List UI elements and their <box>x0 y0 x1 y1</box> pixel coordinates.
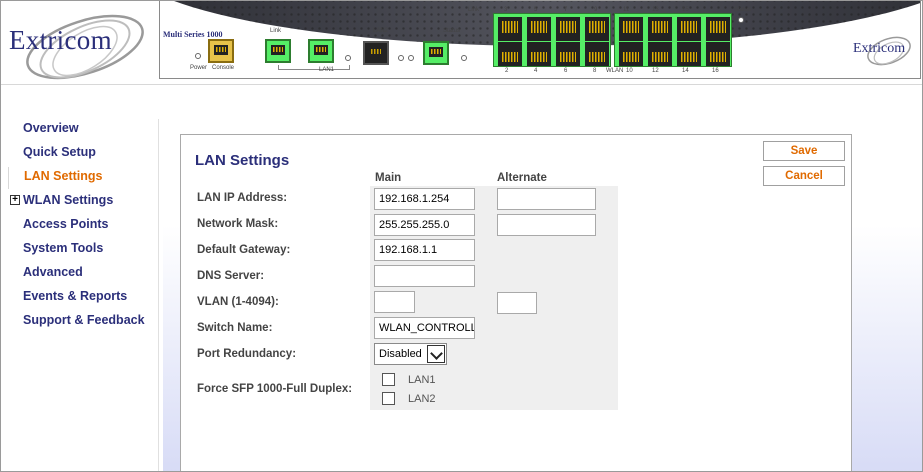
column-header-main: Main <box>375 172 402 184</box>
port-redundancy-value: Disabled <box>379 348 422 360</box>
console-label: Console <box>212 65 235 71</box>
switch-name-label: Switch Name: <box>197 322 273 334</box>
switch-ports-group <box>614 13 732 67</box>
port-redundancy-select[interactable]: Disabled <box>374 343 447 365</box>
force-sfp-label: Force SFP 1000-Full Duplex: <box>197 383 353 395</box>
gateway-input[interactable]: 192.168.1.1 <box>374 239 475 261</box>
cancel-button[interactable]: Cancel <box>763 166 845 186</box>
status-led <box>738 17 744 23</box>
netmask-alternate-input[interactable] <box>497 214 596 236</box>
sidebar-item-label: WLAN Settings <box>23 193 114 207</box>
vlan-alternate-input[interactable] <box>497 292 537 314</box>
netmask-main-input[interactable]: 255.255.255.0 <box>374 214 475 236</box>
lan-port <box>308 39 334 63</box>
device-model-label: Multi Series 1000 <box>163 30 223 39</box>
extricom-logo-small: Extricom <box>845 29 915 73</box>
sidebar-item-lan-settings[interactable]: LAN Settings <box>8 167 158 189</box>
lan2-checkbox[interactable] <box>382 392 395 405</box>
switch-link-label: Link <box>468 7 480 13</box>
sidebar-item-wlan-settings[interactable]: + WLAN Settings <box>8 191 158 213</box>
port-redundancy-label: Port Redundancy: <box>197 348 297 360</box>
lan-port <box>265 39 291 63</box>
power-label: Power <box>190 65 208 71</box>
dns-label: DNS Server: <box>197 270 265 282</box>
sidebar-item-overview[interactable]: Overview <box>8 119 158 141</box>
vlan-label: VLAN (1-4094): <box>197 296 279 308</box>
sfp-port <box>363 41 389 65</box>
lan1-led <box>345 55 351 61</box>
link-label: Link <box>270 28 282 34</box>
console-port <box>208 39 234 63</box>
lan-ip-main-input[interactable]: 192.168.1.254 <box>374 188 475 210</box>
sidebar-item-label: Support & Feedback <box>23 313 145 327</box>
switch-ports-group <box>493 13 611 67</box>
sidebar-divider <box>158 119 159 471</box>
switch-name-input[interactable]: WLAN_CONTROLLE <box>374 317 475 339</box>
gateway-label: Default Gateway: <box>197 244 291 256</box>
page-title: LAN Settings <box>195 152 290 169</box>
lan-port <box>423 41 449 65</box>
sidebar-nav: Overview Quick Setup LAN Settings + WLAN… <box>8 119 158 471</box>
lan2-checkbox-label: LAN2 <box>408 393 436 405</box>
logo-text-small: Extricom <box>853 41 906 56</box>
chevron-down-icon[interactable] <box>427 345 445 363</box>
lan-ip-label: LAN IP Address: <box>197 192 288 204</box>
lan1-checkbox-label: LAN1 <box>408 374 436 386</box>
sidebar-item-label: LAN Settings <box>24 169 103 183</box>
status-label: Status <box>443 28 461 34</box>
save-button[interactable]: Save <box>763 141 845 161</box>
column-header-alternate: Alternate <box>497 172 547 184</box>
sidebar-item-system-tools[interactable]: System Tools <box>8 239 158 261</box>
lan1-label: LAN1 <box>319 67 335 73</box>
sidebar-item-advanced[interactable]: Advanced <box>8 263 158 285</box>
lan1-checkbox[interactable] <box>382 373 395 386</box>
sidebar-item-label: Overview <box>23 121 79 135</box>
header: Extricom Multi Series 1000 Power Console… <box>1 1 922 85</box>
expand-plus-icon[interactable]: + <box>10 195 20 205</box>
vlan-main-input[interactable] <box>374 291 415 313</box>
wlan-label: WLAN <box>606 68 624 74</box>
extricom-logo: Extricom <box>1 1 151 85</box>
sidebar-item-events-reports[interactable]: Events & Reports <box>8 287 158 309</box>
logo-text: Extricom <box>9 25 112 55</box>
sidebar-item-quick-setup[interactable]: Quick Setup <box>8 143 158 165</box>
dns-input[interactable] <box>374 265 475 287</box>
sidebar-item-support-feedback[interactable]: Support & Feedback <box>8 311 158 333</box>
device-panel-image: Multi Series 1000 Power Console Link LAN… <box>159 1 921 79</box>
lan2-led <box>408 55 414 61</box>
sidebar-item-label: Advanced <box>23 265 83 279</box>
lan2-label: LAN2 <box>373 28 389 34</box>
status-right-label: Status <box>734 7 752 13</box>
sidebar-item-label: System Tools <box>23 241 104 255</box>
sidebar-item-access-points[interactable]: Access Points <box>8 215 158 237</box>
sidebar-item-label: Access Points <box>23 217 109 231</box>
sidebar-item-label: Quick Setup <box>23 145 96 159</box>
app-window: Extricom Multi Series 1000 Power Console… <box>0 0 923 472</box>
status-led <box>461 55 467 61</box>
lan-ip-alternate-input[interactable] <box>497 188 596 210</box>
netmask-label: Network Mask: <box>197 218 279 230</box>
power-led <box>195 53 201 59</box>
sidebar-item-label: Events & Reports <box>23 289 128 303</box>
lan2-led <box>398 55 404 61</box>
